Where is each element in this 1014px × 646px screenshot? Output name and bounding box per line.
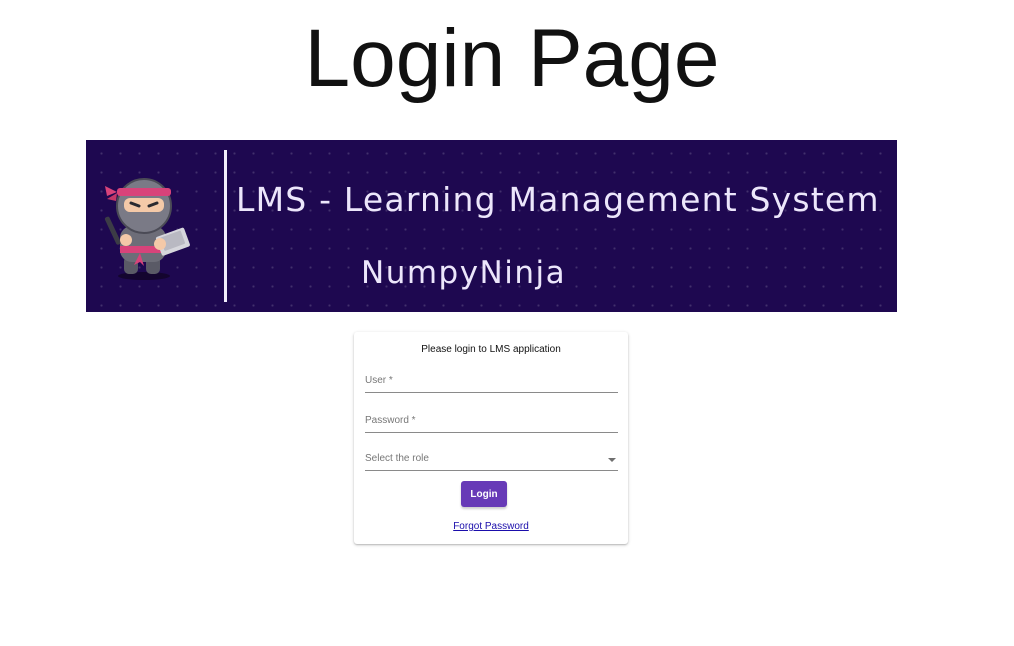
password-field: [365, 410, 618, 433]
ninja-mascot-icon: [104, 178, 190, 280]
banner-subtitle: NumpyNinja: [361, 255, 567, 291]
forgot-password-container: Forgot Password: [354, 521, 628, 532]
login-button[interactable]: Login: [461, 481, 507, 507]
role-select-placeholder: Select the role: [365, 453, 429, 464]
password-input[interactable]: [365, 410, 618, 431]
banner-divider: [224, 150, 227, 302]
login-card: Please login to LMS application Select t…: [354, 332, 628, 544]
app-banner: LMS - Learning Management System NumpyNi…: [86, 140, 897, 312]
role-select[interactable]: Select the role: [365, 448, 618, 471]
user-field: [365, 370, 618, 393]
banner-title: LMS - Learning Management System: [236, 180, 880, 219]
page-title: Login Page: [304, 13, 720, 104]
forgot-password-link[interactable]: Forgot Password: [453, 521, 529, 532]
caret-down-icon[interactable]: [608, 458, 616, 462]
user-input[interactable]: [365, 370, 618, 391]
login-card-heading: Please login to LMS application: [421, 344, 561, 355]
